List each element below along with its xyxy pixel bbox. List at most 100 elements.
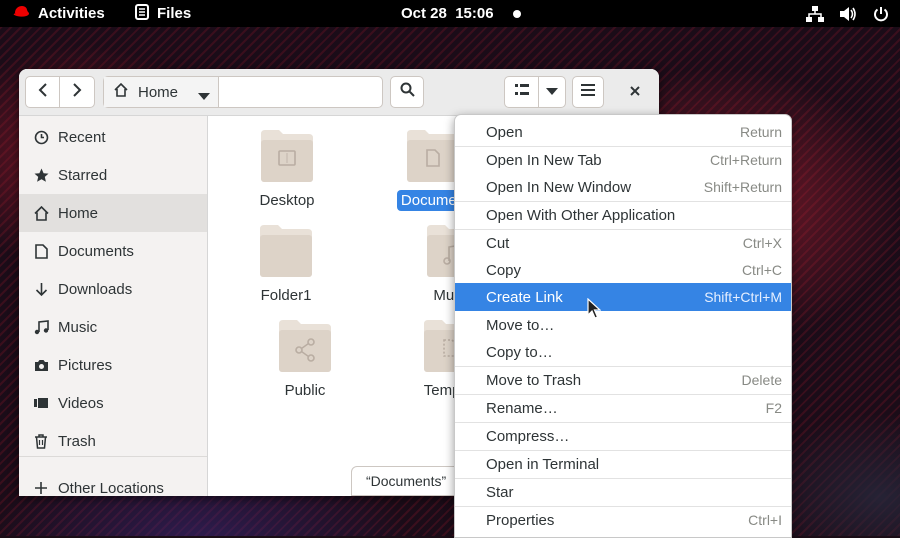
- menu-item-open-new-window[interactable]: Open In New Window Shift+Return: [455, 173, 791, 201]
- menu-item-accel: Ctrl+C: [741, 262, 782, 278]
- sidebar-item-music[interactable]: Music: [19, 308, 207, 346]
- menu-item-accel: Shift+Return: [703, 179, 782, 195]
- network-icon: [806, 5, 824, 23]
- menu-item-properties[interactable]: Properties Ctrl+I: [455, 506, 791, 534]
- menu-item-accel: Ctrl+I: [748, 512, 782, 528]
- volume-icon: [839, 5, 857, 23]
- activities-button[interactable]: Activities: [13, 0, 105, 27]
- menu-item-label: Star: [486, 483, 514, 501]
- menu-item-open-new-tab[interactable]: Open In New Tab Ctrl+Return: [455, 146, 791, 174]
- menu-item-star[interactable]: Star: [455, 478, 791, 506]
- menu-item-copy[interactable]: Copy Ctrl+C: [455, 256, 791, 284]
- main-menu-button[interactable]: [572, 76, 604, 108]
- chevron-right-icon: [72, 82, 82, 102]
- app-name-label: Files: [157, 5, 192, 22]
- menu-item-open-in-terminal[interactable]: Open in Terminal: [455, 450, 791, 478]
- menu-item-label: Compress…: [486, 427, 570, 445]
- sidebar-item-label: Other Locations: [58, 479, 164, 497]
- folder-documents-icon: [407, 130, 459, 182]
- sidebar-item-documents[interactable]: Documents: [19, 232, 207, 270]
- menu-item-accel: Delete: [741, 372, 782, 388]
- menu-item-label: Copy to…: [486, 343, 553, 361]
- app-menu-files[interactable]: Files: [135, 0, 191, 27]
- menu-item-cut[interactable]: Cut Ctrl+X: [455, 229, 791, 257]
- sidebar-item-trash[interactable]: Trash: [19, 422, 207, 460]
- sidebar-item-other-locations[interactable]: Other Locations: [19, 469, 207, 496]
- list-view-icon: [514, 83, 529, 101]
- forward-button[interactable]: [59, 76, 95, 108]
- menu-item-accel: Shift+Ctrl+M: [704, 289, 782, 305]
- file-item-desktop[interactable]: Desktop: [227, 130, 347, 211]
- sidebar-item-starred[interactable]: Starred: [19, 156, 207, 194]
- close-icon: [630, 83, 640, 101]
- video-icon: [33, 395, 49, 411]
- file-name: Public: [284, 382, 326, 399]
- sidebar-separator: [19, 456, 207, 457]
- file-name: Desktop: [259, 192, 315, 209]
- menu-item-accel: Return: [739, 124, 782, 140]
- menu-item-accel: F2: [765, 400, 782, 416]
- sidebar-item-recent[interactable]: Recent: [19, 118, 207, 156]
- files-app-icon: [135, 3, 149, 24]
- sidebar-item-videos[interactable]: Videos: [19, 384, 207, 422]
- trash-icon: [33, 433, 49, 449]
- menu-item-label: Open With Other Application: [486, 206, 676, 224]
- menu-item-move-to[interactable]: Move to…: [455, 311, 791, 339]
- download-icon: [33, 281, 49, 297]
- sidebar-item-pictures[interactable]: Pictures: [19, 346, 207, 384]
- menu-item-copy-to[interactable]: Copy to…: [455, 338, 791, 366]
- menu-item-compress[interactable]: Compress…: [455, 422, 791, 450]
- clock-icon: [33, 129, 49, 145]
- view-options-button[interactable]: [538, 76, 566, 108]
- clock-label: Oct 28 15:06: [401, 5, 494, 22]
- menu-item-label: Move to Trash: [486, 371, 582, 389]
- power-icon: [872, 5, 890, 23]
- search-icon: [400, 82, 415, 102]
- search-button[interactable]: [390, 76, 424, 108]
- file-name: Folder1: [260, 287, 312, 304]
- menu-item-open-with[interactable]: Open With Other Application: [455, 201, 791, 229]
- redhat-logo-icon: [13, 5, 30, 23]
- close-window-button[interactable]: [619, 76, 651, 108]
- menu-item-open[interactable]: Open Return: [455, 118, 791, 146]
- system-menu[interactable]: [806, 0, 890, 27]
- menu-item-rename[interactable]: Rename… F2: [455, 394, 791, 422]
- back-button[interactable]: [25, 76, 60, 108]
- menu-item-move-to-trash[interactable]: Move to Trash Delete: [455, 366, 791, 394]
- view-toggle-button[interactable]: [504, 76, 539, 108]
- sidebar-item-label: Documents: [58, 242, 134, 260]
- file-item-public[interactable]: Public: [245, 320, 365, 401]
- menu-item-label: Move to…: [486, 316, 555, 334]
- menu-item-label: Open In New Tab: [486, 151, 602, 169]
- sidebar-item-home[interactable]: Home: [19, 194, 207, 232]
- menu-item-label: Cut: [486, 234, 510, 252]
- star-icon: [33, 167, 49, 183]
- document-icon: [33, 243, 49, 259]
- path-home-label: Home: [138, 83, 179, 101]
- header-bar: Home: [19, 69, 659, 116]
- selection-status-overlay: “Documents”: [351, 466, 462, 496]
- menu-item-label: Copy: [486, 261, 522, 279]
- menu-item-label: Open: [486, 123, 523, 141]
- sidebar-item-label: Home: [58, 204, 99, 222]
- folder-share-icon: [279, 320, 331, 372]
- sidebar-item-label: Starred: [58, 166, 108, 184]
- sidebar-item-label: Music: [58, 318, 98, 336]
- activities-label: Activities: [38, 5, 105, 22]
- clock[interactable]: Oct 28 15:06: [401, 0, 494, 27]
- sidebar-item-label: Videos: [58, 394, 104, 412]
- path-home-button[interactable]: Home: [104, 77, 219, 107]
- menu-item-label: Create Link: [486, 288, 563, 306]
- folder-icon: [260, 225, 312, 277]
- caret-down-icon: [546, 83, 558, 101]
- sidebar-item-label: Trash: [58, 432, 96, 450]
- menu-item-create-link[interactable]: Create Link Shift+Ctrl+M: [455, 283, 791, 311]
- file-item-folder1[interactable]: Folder1: [226, 225, 346, 306]
- plus-icon: [33, 480, 49, 496]
- mouse-pointer-icon: [587, 297, 602, 320]
- sidebar-item-label: Pictures: [58, 356, 113, 374]
- path-bar: Home: [103, 76, 383, 108]
- sidebar-item-downloads[interactable]: Downloads: [19, 270, 207, 308]
- hamburger-menu-icon: [581, 83, 595, 101]
- home-icon: [33, 205, 49, 221]
